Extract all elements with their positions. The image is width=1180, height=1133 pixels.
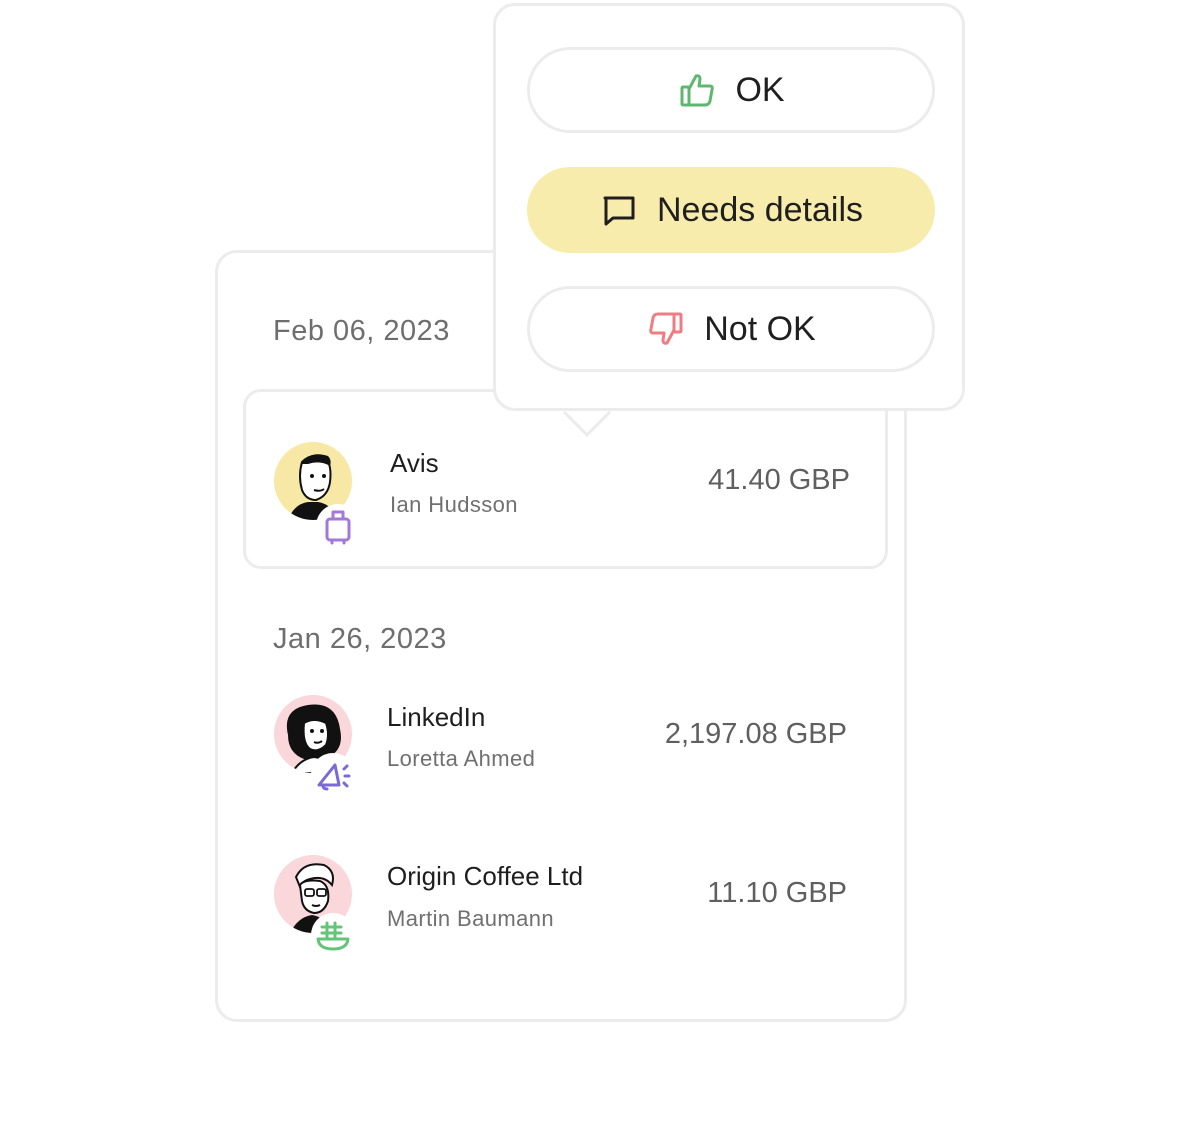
merchant-name: LinkedIn bbox=[387, 702, 486, 732]
transaction-row-linkedin[interactable]: LinkedIn Loretta Ahmed 2,197.08 GBP bbox=[243, 673, 888, 823]
transaction-amount: 11.10 GBP bbox=[707, 877, 847, 909]
thumbs-up-icon bbox=[680, 74, 715, 107]
transaction-amount: 2,197.08 GBP bbox=[664, 718, 847, 750]
needs-details-button[interactable]: Needs details bbox=[527, 167, 935, 253]
not-ok-button[interactable]: Not OK bbox=[527, 286, 935, 372]
luggage-icon bbox=[316, 504, 360, 548]
megaphone-icon bbox=[311, 753, 355, 797]
date-heading: Jan 26, 2023 bbox=[273, 623, 447, 655]
needs-details-label: Needs details bbox=[656, 190, 863, 229]
ok-button[interactable]: OK bbox=[527, 47, 935, 133]
merchant-name: Avis bbox=[390, 448, 439, 478]
ok-label: OK bbox=[735, 70, 785, 109]
employee-name: Loretta Ahmed bbox=[387, 746, 536, 771]
review-popover: OK Needs details Not OK bbox=[493, 3, 965, 411]
date-heading: Feb 06, 2023 bbox=[273, 315, 450, 347]
transaction-amount: 41.40 GBP bbox=[708, 464, 850, 496]
employee-name: Ian Hudsson bbox=[390, 492, 518, 517]
thumbs-down-icon bbox=[649, 312, 683, 345]
not-ok-label: Not OK bbox=[704, 309, 816, 348]
comment-icon bbox=[603, 196, 635, 226]
employee-name: Martin Baumann bbox=[387, 906, 555, 931]
merchant-name: Origin Coffee Ltd bbox=[387, 861, 584, 891]
food-bowl-icon bbox=[311, 913, 355, 957]
transaction-row-origin-coffee[interactable]: Origin Coffee Ltd Martin Baumann 11.10 G… bbox=[243, 833, 888, 983]
